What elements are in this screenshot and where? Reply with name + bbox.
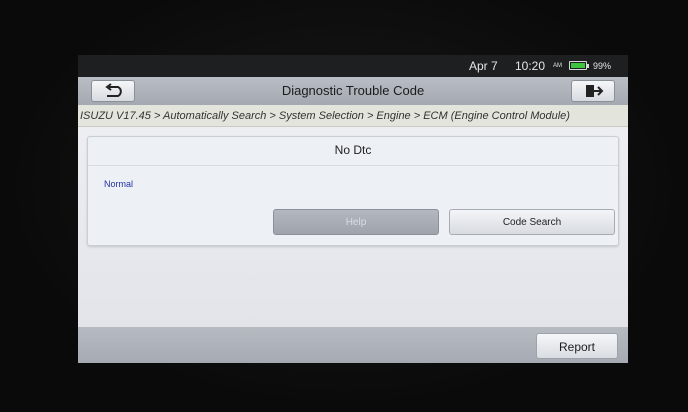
page-title: Diagnostic Trouble Code [281,83,425,98]
status-date: Apr 7 [469,59,498,73]
battery-icon [569,61,587,70]
bottom-toolbar: Report [78,327,628,363]
code-search-button[interactable]: Code Search [449,209,615,235]
device-screen: Apr 7 10:20 AM 99% Diagnostic Trouble Co… [78,55,628,363]
battery-tip [587,64,589,68]
status-ampm: AM [553,63,562,69]
breadcrumb: ISUZU V17.45 > Automatically Search > Sy… [78,105,628,127]
dtc-result-card: No Dtc Normal Help Code Search [87,136,619,246]
battery-percent: 99% [593,61,612,71]
battery-level [571,63,585,68]
main-content: No Dtc Normal Help Code Search [78,127,628,327]
help-button[interactable]: Help [273,209,439,235]
report-button[interactable]: Report [536,333,618,359]
exit-door-icon [586,85,604,97]
system-status-text: Normal [104,179,134,189]
exit-button[interactable] [571,80,615,102]
status-time: 10:20 [515,59,546,73]
dtc-result-header: No Dtc [334,143,372,157]
status-bar: Apr 7 10:20 AM 99% [78,55,628,77]
title-bar: Diagnostic Trouble Code [78,77,628,105]
divider [88,165,618,166]
